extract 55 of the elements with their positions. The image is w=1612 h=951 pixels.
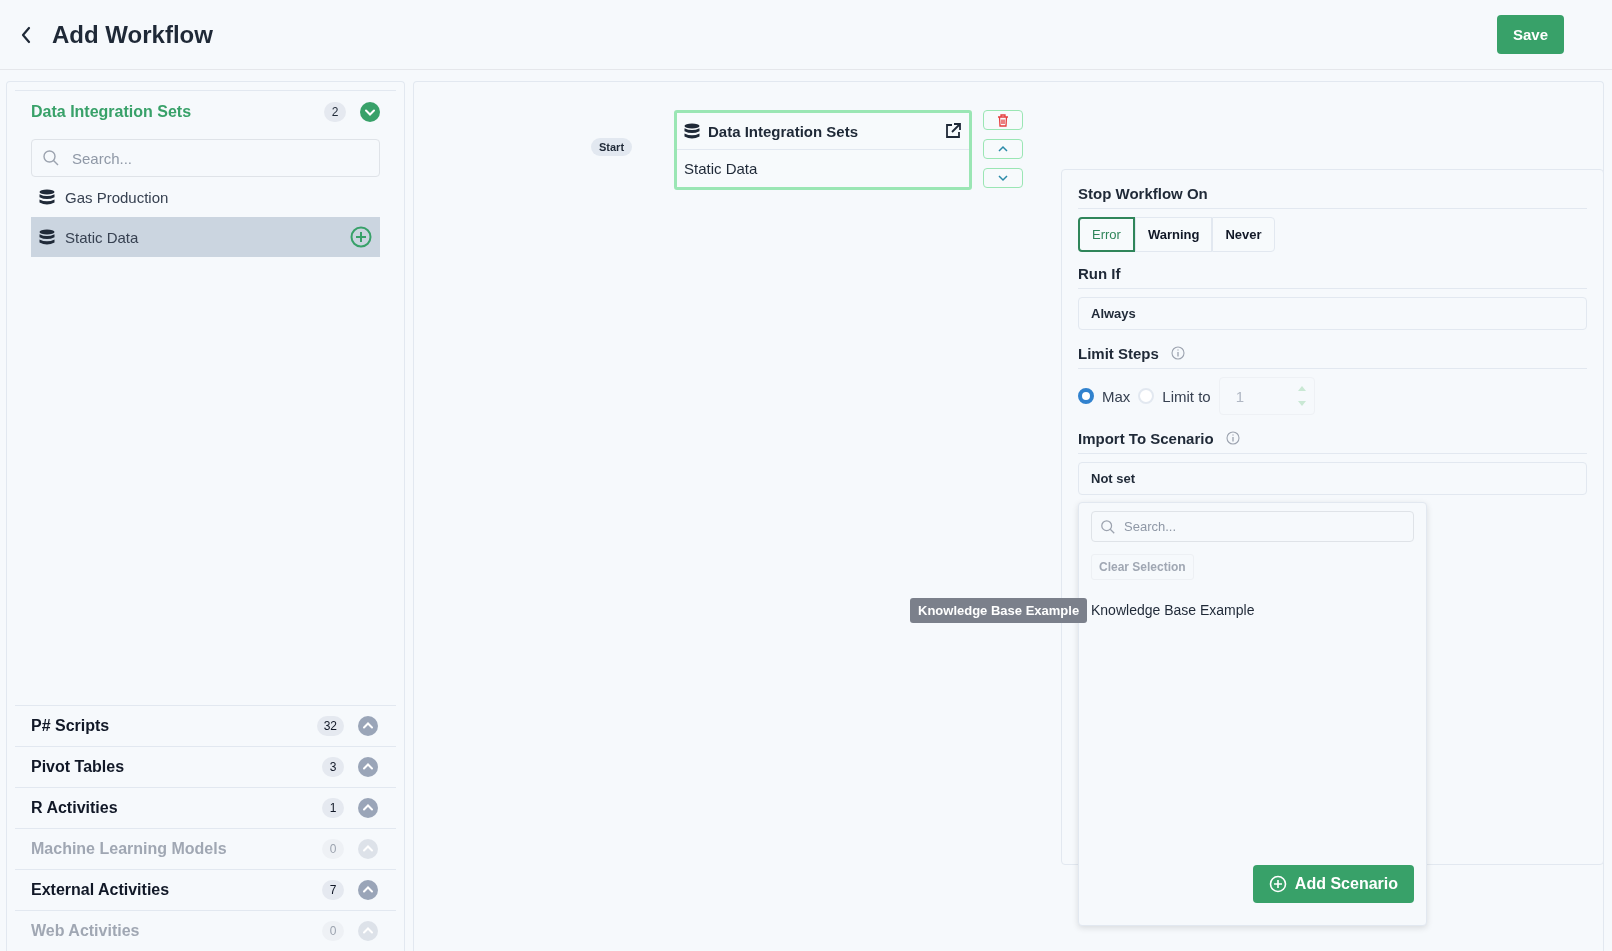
info-icon [1170, 346, 1185, 360]
chevron-up-icon [997, 145, 1009, 153]
page-title: Add Workflow [52, 20, 213, 49]
delete-button[interactable] [983, 110, 1023, 130]
database-icon [684, 122, 700, 140]
info-icon [1225, 431, 1240, 445]
search-field[interactable]: Search... [31, 139, 380, 177]
section-title[interactable]: P# Scripts [31, 717, 303, 735]
count-badge: 0 [322, 921, 344, 941]
tooltip: Knowledge Base Example [910, 598, 1088, 623]
search-icon [1100, 519, 1116, 535]
segment-button[interactable]: Error [1078, 217, 1135, 252]
section-heading: Limit Steps [1078, 344, 1159, 362]
segment-button[interactable]: Never [1212, 217, 1275, 252]
section-heading: Run If [1078, 264, 1121, 282]
add-icon[interactable] [350, 226, 372, 248]
dropdown-option[interactable]: Knowledge Base Example [1091, 602, 1255, 618]
search-icon [42, 149, 60, 167]
chevron-up-icon[interactable] [358, 716, 378, 736]
plus-circle-icon [1268, 875, 1287, 893]
database-icon [39, 188, 55, 206]
list-item[interactable]: Static Data [31, 217, 380, 257]
back-icon[interactable] [20, 25, 32, 44]
select-field[interactable]: Always [1078, 297, 1587, 330]
chevron-down-icon [997, 174, 1009, 182]
count-badge: 3 [322, 757, 344, 777]
section-title[interactable]: R Activities [31, 799, 308, 817]
count-badge: 1 [322, 798, 344, 818]
chevron-up-icon[interactable] [358, 880, 378, 900]
segment-button[interactable]: Warning [1134, 217, 1213, 252]
radio-option[interactable]: Limit to [1138, 387, 1211, 405]
move-up-button[interactable] [983, 139, 1023, 159]
search-field[interactable]: Search... [1091, 511, 1414, 542]
trash-icon [997, 113, 1009, 127]
node-title: Data Integration Sets [708, 122, 860, 140]
external-link-icon[interactable] [944, 122, 962, 140]
move-down-button[interactable] [983, 168, 1023, 188]
count-badge: 0 [322, 839, 344, 859]
radio-option[interactable]: Max [1078, 387, 1131, 405]
database-icon [39, 228, 55, 246]
count-badge: 7 [322, 880, 344, 900]
list-item[interactable]: Gas Production [31, 177, 380, 217]
start-label: Start [591, 138, 633, 156]
node-subtitle: Static Data [683, 159, 759, 179]
select-field[interactable]: Not set [1078, 462, 1587, 495]
chevron-up-icon[interactable] [358, 798, 378, 818]
workflow-node[interactable]: Data Integration Sets Static Data [674, 110, 972, 190]
count-badge: 32 [316, 716, 344, 736]
chevron-up-icon[interactable] [358, 757, 378, 777]
chevron-down-icon[interactable] [360, 102, 380, 122]
section-heading: Stop Workflow On [1078, 184, 1208, 202]
section-title[interactable]: Pivot Tables [31, 758, 308, 776]
section-title[interactable]: External Activities [31, 881, 308, 899]
section-heading: Import To Scenario [1078, 429, 1214, 447]
count-badge: 2 [324, 102, 346, 122]
